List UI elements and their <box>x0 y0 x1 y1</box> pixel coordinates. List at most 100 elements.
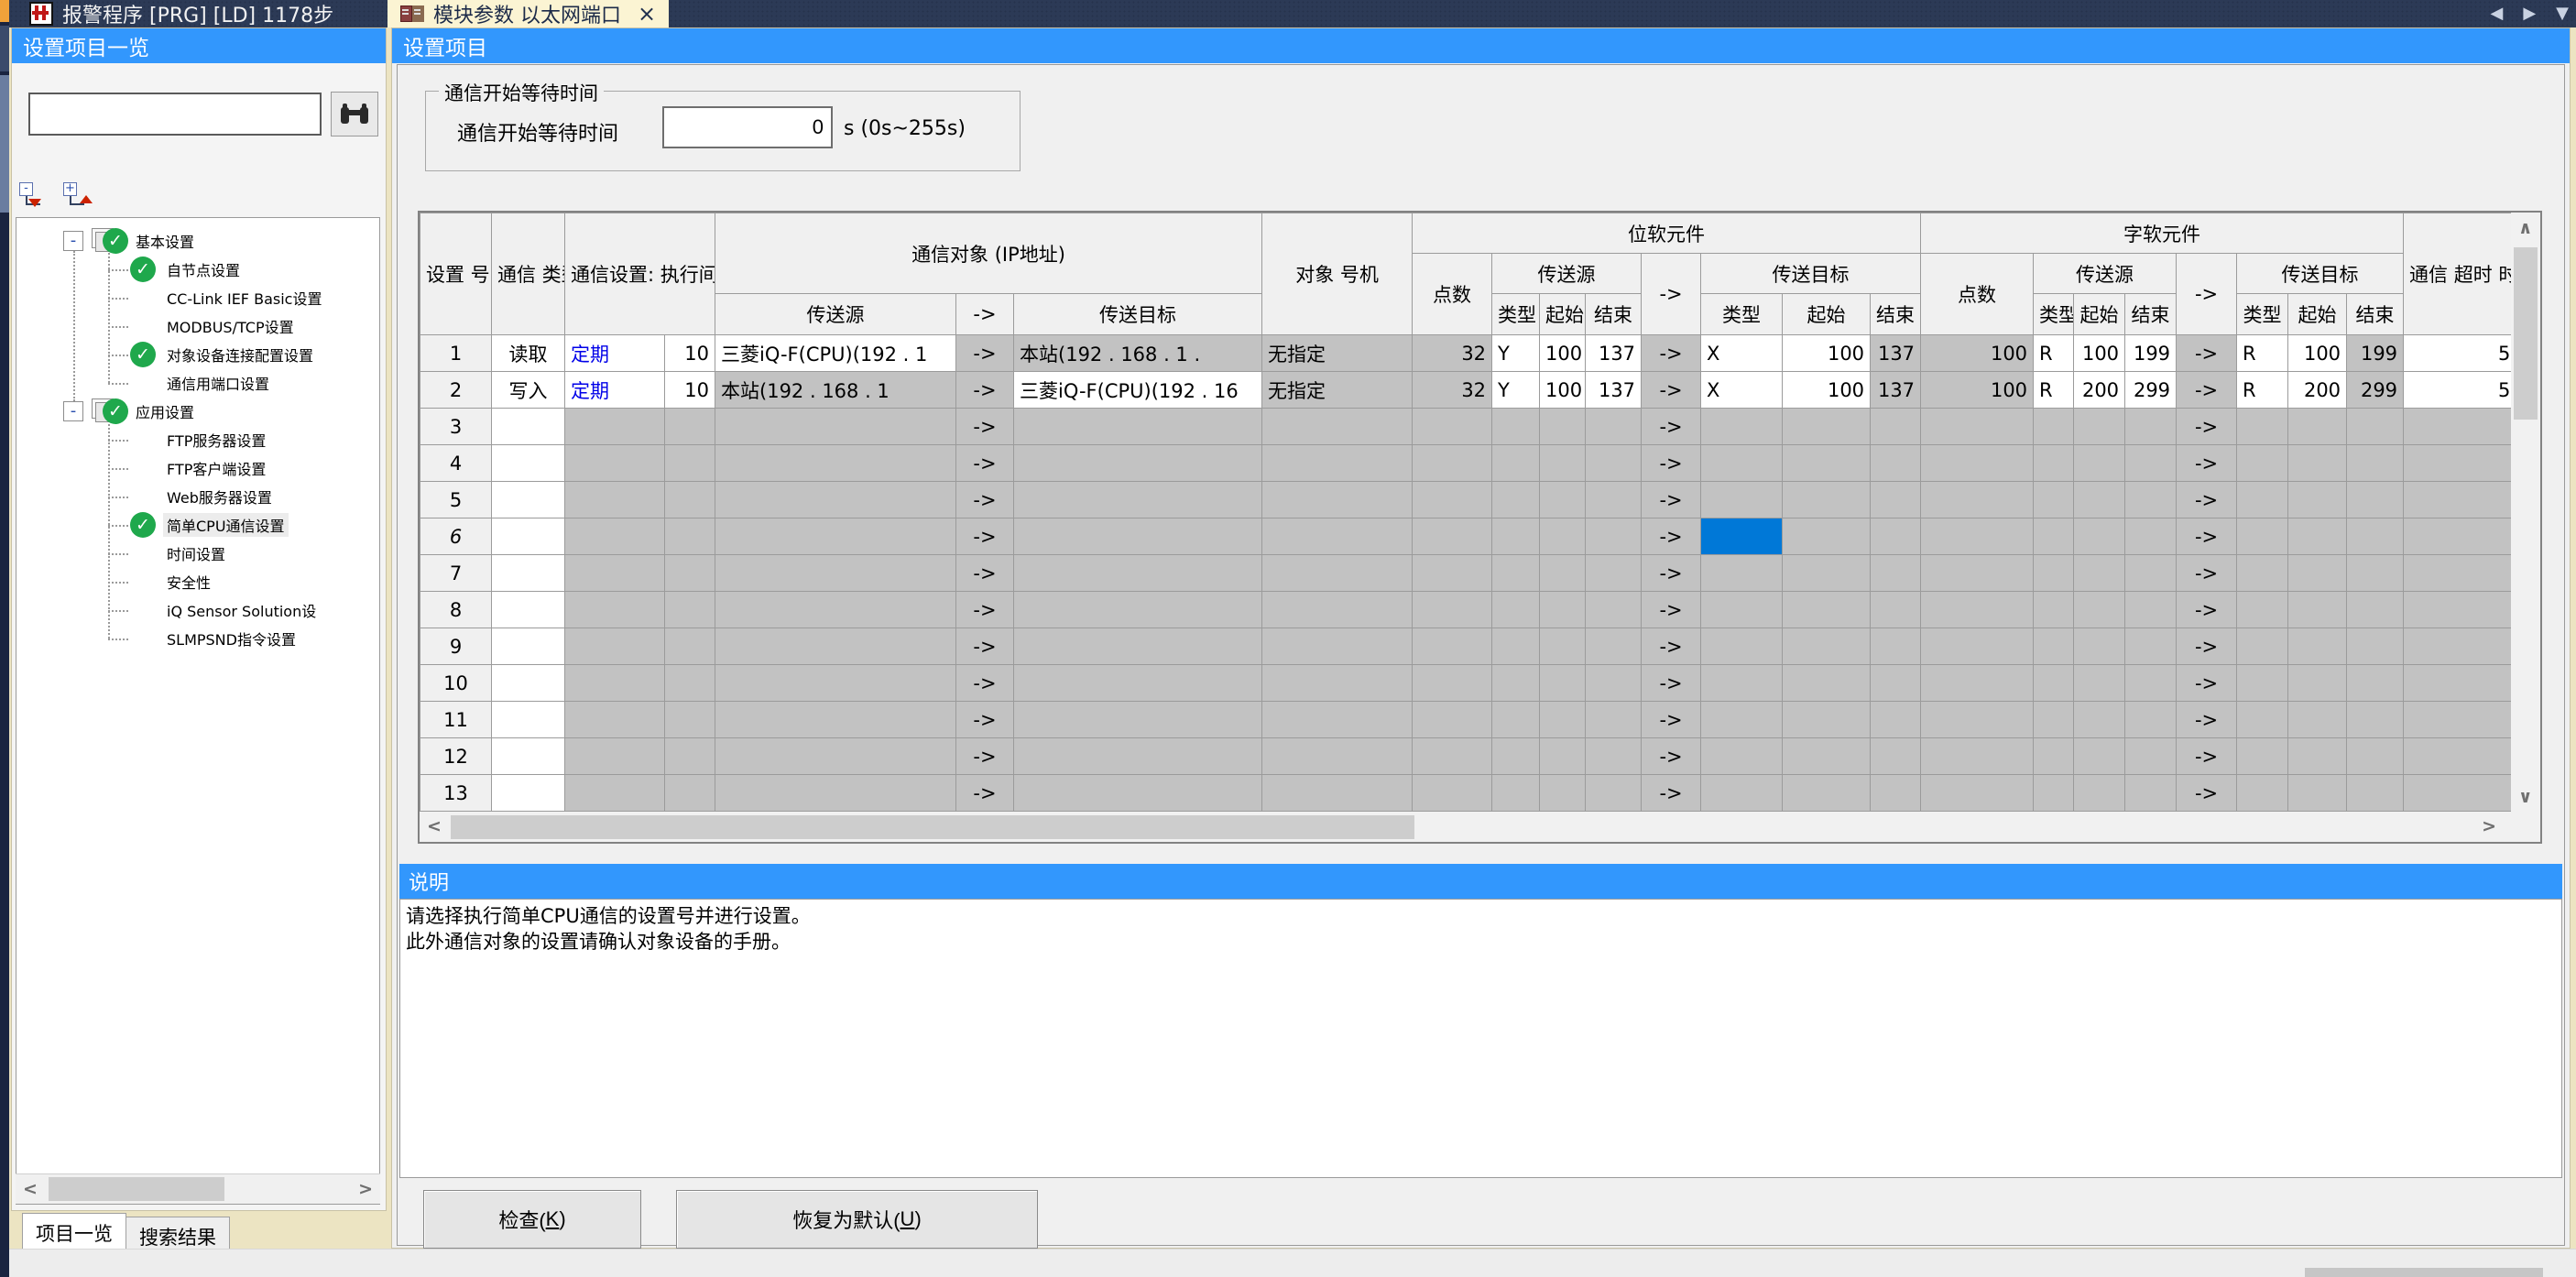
grid-cell[interactable] <box>2347 702 2404 738</box>
grid-cell[interactable] <box>1262 555 1413 592</box>
grid-cell[interactable]: -> <box>956 482 1014 518</box>
tree-item-label[interactable]: SLMPSND指令设置 <box>163 627 300 650</box>
tab-scroll-left-icon[interactable]: ◀ <box>2490 4 2503 23</box>
grid-cell[interactable]: -> <box>2177 555 2237 592</box>
grid-cell[interactable] <box>1783 445 1871 482</box>
grid-cell[interactable]: -> <box>2177 665 2237 702</box>
grid-cell[interactable]: -> <box>1642 665 1701 702</box>
grid-cell[interactable]: 10 <box>665 335 715 372</box>
grid-cell[interactable] <box>665 445 715 482</box>
grid-hscroll-thumb[interactable] <box>451 815 1414 839</box>
grid-row-number[interactable]: 2 <box>420 372 492 409</box>
tree-item-label[interactable]: FTP客户端设置 <box>163 456 269 480</box>
grid-cell[interactable] <box>1783 409 1871 445</box>
grid-cell[interactable] <box>665 628 715 665</box>
grid-cell[interactable]: 无指定 <box>1262 335 1413 372</box>
grid-cell[interactable]: 三菱iQ-F(CPU)(192 . 16 <box>1014 372 1262 409</box>
grid-cell[interactable] <box>2237 665 2288 702</box>
grid-cell[interactable] <box>1783 665 1871 702</box>
grid-cell[interactable] <box>1413 738 1492 775</box>
grid-cell[interactable] <box>1701 775 1783 812</box>
tree-expander-icon[interactable]: - <box>63 231 83 251</box>
tree-item-label[interactable]: 简单CPU通信设置 <box>163 513 289 537</box>
grid-cell[interactable]: -> <box>2177 702 2237 738</box>
grid-cell[interactable] <box>2074 555 2125 592</box>
grid-cell[interactable] <box>1540 775 1586 812</box>
grid-cell[interactable] <box>492 628 565 665</box>
tab-search-result[interactable]: 搜索结果 <box>126 1217 230 1250</box>
grid-cell[interactable] <box>2125 409 2177 445</box>
grid-cell[interactable] <box>2125 738 2177 775</box>
grid-cell[interactable] <box>2347 445 2404 482</box>
grid-cell[interactable] <box>2404 445 2511 482</box>
grid-cell[interactable] <box>1413 445 1492 482</box>
grid-vscrollbar[interactable]: ∧ ∨ <box>2511 213 2540 813</box>
grid-cell[interactable] <box>715 445 956 482</box>
grid-cell[interactable] <box>2347 555 2404 592</box>
grid-cell[interactable] <box>2034 592 2074 628</box>
grid-cell[interactable] <box>1492 518 1540 555</box>
grid-cell[interactable] <box>1014 738 1262 775</box>
grid-cell[interactable] <box>1540 592 1586 628</box>
grid-cell[interactable] <box>665 592 715 628</box>
tab-menu-icon[interactable]: ▼ <box>2556 4 2569 23</box>
grid-cell[interactable]: -> <box>1642 518 1701 555</box>
grid-cell[interactable] <box>1413 518 1492 555</box>
grid-cell[interactable] <box>565 665 665 702</box>
grid-cell[interactable] <box>1701 665 1783 702</box>
grid-cell[interactable] <box>1871 775 1921 812</box>
grid-cell[interactable]: -> <box>1642 628 1701 665</box>
grid-cell[interactable] <box>2074 665 2125 702</box>
grid-cell[interactable] <box>715 665 956 702</box>
grid-cell[interactable]: 100 <box>1921 372 2034 409</box>
tree-item-label[interactable]: 对象设备连接配置设置 <box>163 343 317 366</box>
grid-cell[interactable]: -> <box>2177 518 2237 555</box>
grid-cell[interactable]: -> <box>2177 372 2237 409</box>
grid-cell[interactable]: -> <box>1642 775 1701 812</box>
grid-cell[interactable] <box>2288 445 2347 482</box>
grid-cell[interactable] <box>1586 592 1642 628</box>
grid-cell[interactable] <box>2034 738 2074 775</box>
grid-cell[interactable]: 32 <box>1413 372 1492 409</box>
grid-cell[interactable] <box>565 482 665 518</box>
grid-cell[interactable] <box>1014 628 1262 665</box>
grid-cell[interactable] <box>2074 518 2125 555</box>
grid-cell[interactable] <box>2404 482 2511 518</box>
scroll-down-icon[interactable]: ∨ <box>2518 787 2532 807</box>
grid-cell[interactable]: 无指定 <box>1262 372 1413 409</box>
grid-cell[interactable] <box>1492 738 1540 775</box>
grid-cell[interactable]: -> <box>1642 409 1701 445</box>
grid-cell[interactable] <box>665 409 715 445</box>
grid-cell[interactable] <box>715 482 956 518</box>
grid-cell[interactable]: -> <box>1642 335 1701 372</box>
grid-cell[interactable] <box>2288 555 2347 592</box>
grid-cell[interactable]: -> <box>956 592 1014 628</box>
grid-cell[interactable]: 写入 <box>492 372 565 409</box>
grid-cell[interactable] <box>1540 445 1586 482</box>
grid-cell[interactable] <box>2237 445 2288 482</box>
grid-cell[interactable] <box>1783 518 1871 555</box>
grid-cell[interactable] <box>2347 518 2404 555</box>
grid-cell[interactable] <box>2074 445 2125 482</box>
grid-cell[interactable] <box>1413 628 1492 665</box>
grid-cell[interactable] <box>1586 775 1642 812</box>
grid-cell[interactable] <box>1871 518 1921 555</box>
grid-cell[interactable] <box>2074 738 2125 775</box>
tree-item-label[interactable]: 基本设置 <box>132 229 198 253</box>
grid-cell[interactable] <box>1413 409 1492 445</box>
grid-cell[interactable] <box>1492 628 1540 665</box>
grid-cell[interactable]: 100 <box>2288 335 2347 372</box>
grid-cell[interactable] <box>2404 518 2511 555</box>
grid-cell[interactable] <box>665 775 715 812</box>
grid-cell[interactable] <box>2288 665 2347 702</box>
grid-cell[interactable] <box>1921 702 2034 738</box>
grid-cell[interactable] <box>715 738 956 775</box>
grid-cell[interactable] <box>565 409 665 445</box>
grid-cell[interactable] <box>1540 409 1586 445</box>
grid-cell[interactable]: -> <box>956 665 1014 702</box>
grid-cell[interactable]: R <box>2237 335 2288 372</box>
grid-row-number[interactable]: 5 <box>420 482 492 518</box>
grid-cell[interactable] <box>565 592 665 628</box>
grid-cell[interactable]: 32 <box>1413 335 1492 372</box>
grid-cell[interactable]: 500 <box>2404 335 2511 372</box>
